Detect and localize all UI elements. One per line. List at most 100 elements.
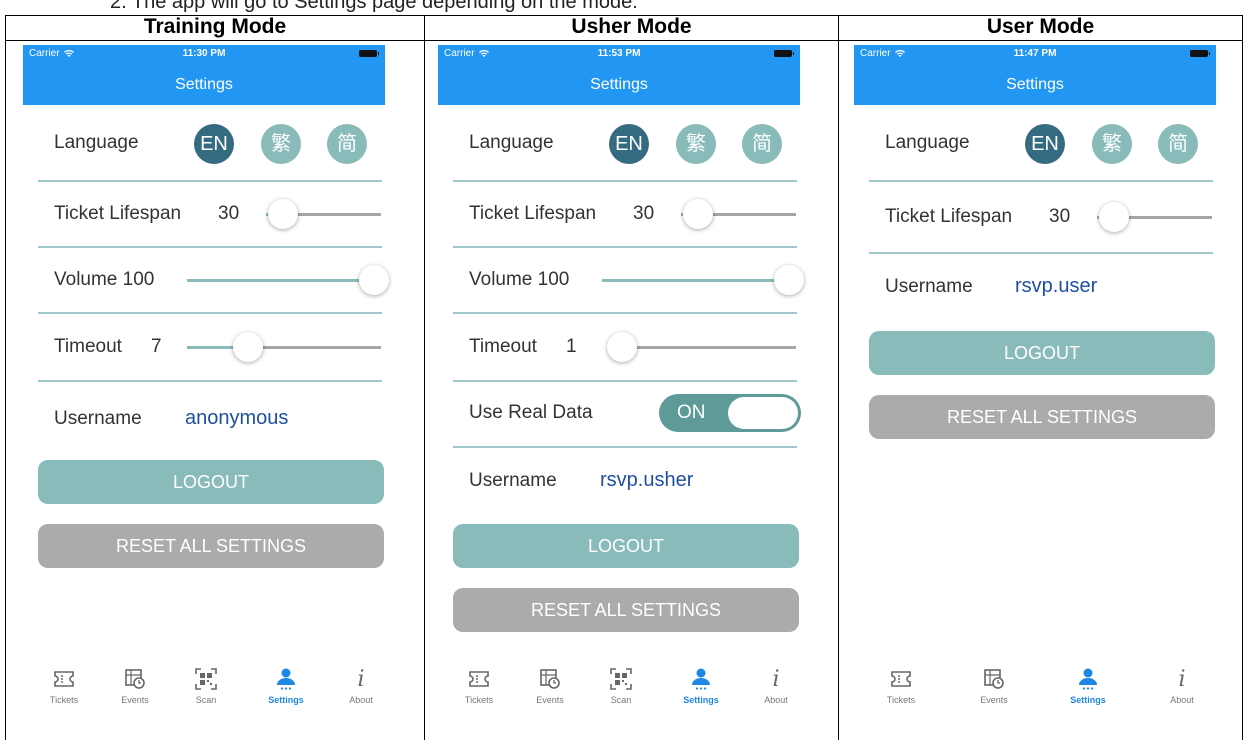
tab-label: Settings bbox=[683, 695, 719, 705]
tab-tickets[interactable]: Tickets bbox=[454, 665, 504, 705]
calendar-clock-icon bbox=[984, 669, 1004, 689]
language-label: Language bbox=[885, 132, 970, 153]
tab-label: Tickets bbox=[49, 695, 79, 705]
column-divider bbox=[838, 15, 839, 740]
slider-thumb[interactable] bbox=[1099, 202, 1130, 232]
logout-button[interactable]: LOGOUT bbox=[453, 524, 799, 568]
tab-label: About bbox=[764, 695, 788, 705]
tab-about[interactable]: i About bbox=[1157, 665, 1207, 706]
language-row: Language EN 繁 简 bbox=[869, 105, 1213, 182]
user-settings-icon bbox=[277, 668, 295, 690]
clock: 11:47 PM bbox=[1013, 48, 1057, 59]
tab-label: Tickets bbox=[464, 695, 494, 705]
clock: 11:53 PM bbox=[597, 48, 641, 59]
column-divider bbox=[424, 15, 425, 740]
tab-label: Scan bbox=[610, 695, 632, 705]
nav-bar: Carrier 11:30 PM Settings bbox=[23, 45, 385, 105]
tab-label: Settings bbox=[268, 695, 304, 705]
ticket-icon bbox=[469, 671, 489, 687]
tab-label: Events bbox=[121, 695, 149, 705]
tab-label: Tickets bbox=[886, 695, 916, 705]
tab-events[interactable]: Events bbox=[525, 665, 575, 705]
status-bar: Carrier 11:47 PM bbox=[854, 47, 1216, 61]
language-en-button[interactable]: EN bbox=[609, 124, 649, 164]
column-header-training: Training Mode bbox=[143, 15, 287, 38]
phone-usher: Carrier 11:53 PM Settings Language EN 繁 … bbox=[438, 45, 804, 717]
language-traditional-button[interactable]: 繁 bbox=[1092, 124, 1132, 164]
language-en-button[interactable]: EN bbox=[1025, 124, 1065, 164]
qr-code-icon bbox=[195, 668, 217, 690]
timeout-label: Timeout bbox=[54, 336, 122, 357]
reset-settings-button[interactable]: RESET ALL SETTINGS bbox=[869, 395, 1215, 439]
tab-label: Events bbox=[980, 695, 1008, 705]
tab-settings[interactable]: Settings bbox=[261, 665, 311, 705]
volume-slider[interactable] bbox=[602, 265, 804, 295]
tab-about[interactable]: i About bbox=[336, 665, 386, 706]
phone-user: Carrier 11:47 PM Settings Language EN 繁 … bbox=[854, 45, 1216, 717]
logout-button[interactable]: LOGOUT bbox=[38, 460, 384, 504]
tab-scan[interactable]: Scan bbox=[596, 665, 646, 705]
use-real-data-label: Use Real Data bbox=[469, 402, 593, 423]
clock: 11:30 PM bbox=[182, 48, 226, 59]
username-value: rsvp.usher bbox=[600, 469, 694, 491]
ticket-lifespan-slider[interactable] bbox=[266, 199, 381, 229]
slider-thumb[interactable] bbox=[607, 332, 637, 362]
ticket-lifespan-value: 30 bbox=[1049, 206, 1071, 227]
timeout-slider[interactable] bbox=[187, 332, 381, 362]
language-simplified-button[interactable]: 简 bbox=[742, 124, 782, 164]
slider-fill bbox=[602, 279, 789, 282]
slider-thumb[interactable] bbox=[683, 199, 714, 229]
user-settings-icon bbox=[692, 668, 710, 690]
nav-bar: Carrier 11:53 PM Settings bbox=[438, 45, 800, 105]
reset-settings-button[interactable]: RESET ALL SETTINGS bbox=[453, 588, 799, 632]
slider-thumb[interactable] bbox=[359, 265, 389, 295]
timeout-slider[interactable] bbox=[607, 332, 796, 362]
tab-bar: Tickets Events Scan Settings i About bbox=[23, 661, 385, 717]
tab-label: Settings bbox=[1070, 695, 1106, 705]
use-real-data-toggle[interactable]: ON bbox=[659, 394, 801, 432]
info-icon: i bbox=[1178, 666, 1186, 692]
timeout-row: Timeout 7 bbox=[38, 314, 382, 382]
volume-value: 100 bbox=[122, 269, 155, 290]
page-title: Settings bbox=[590, 76, 648, 93]
tab-tickets[interactable]: Tickets bbox=[39, 665, 89, 705]
tab-events[interactable]: Events bbox=[969, 665, 1019, 705]
caption: 2. The app will go to Settings page depe… bbox=[110, 0, 638, 13]
ticket-lifespan-slider[interactable] bbox=[681, 199, 796, 229]
tab-tickets[interactable]: Tickets bbox=[876, 665, 926, 705]
info-icon: i bbox=[357, 666, 365, 692]
language-row: Language EN 繁 简 bbox=[453, 105, 797, 182]
language-en-button[interactable]: EN bbox=[194, 124, 234, 164]
slider-thumb[interactable] bbox=[774, 265, 804, 295]
page-title: Settings bbox=[175, 76, 233, 93]
slider-fill bbox=[187, 279, 374, 282]
slider-thumb[interactable] bbox=[268, 199, 299, 229]
ticket-lifespan-slider[interactable] bbox=[1097, 202, 1212, 232]
ticket-lifespan-label: Ticket Lifespan bbox=[885, 206, 1013, 227]
volume-slider[interactable] bbox=[187, 265, 389, 295]
language-traditional-button[interactable]: 繁 bbox=[261, 124, 301, 164]
language-simplified-button[interactable]: 简 bbox=[1158, 124, 1198, 164]
language-simplified-button[interactable]: 简 bbox=[327, 124, 367, 164]
column-header-user: User Mode bbox=[986, 15, 1095, 38]
toggle-knob bbox=[728, 397, 798, 429]
tab-label: About bbox=[1170, 695, 1194, 705]
slider-thumb[interactable] bbox=[233, 332, 263, 362]
reset-settings-button[interactable]: RESET ALL SETTINGS bbox=[38, 524, 384, 568]
language-traditional-button[interactable]: 繁 bbox=[676, 124, 716, 164]
column-header-usher: Usher Mode bbox=[571, 15, 692, 38]
battery-icon bbox=[1190, 50, 1210, 57]
tab-events[interactable]: Events bbox=[110, 665, 160, 705]
tab-settings[interactable]: Settings bbox=[676, 665, 726, 705]
info-icon: i bbox=[772, 666, 780, 692]
tab-settings[interactable]: Settings bbox=[1063, 665, 1113, 705]
tab-scan[interactable]: Scan bbox=[181, 665, 231, 705]
username-label: Username bbox=[885, 276, 973, 297]
logout-button[interactable]: LOGOUT bbox=[869, 331, 1215, 375]
ticket-lifespan-value: 30 bbox=[633, 203, 655, 224]
username-label: Username bbox=[469, 470, 557, 491]
tab-label: Events bbox=[536, 695, 564, 705]
volume-label: Volume bbox=[54, 269, 118, 290]
tab-bar: Tickets Events Settings i About bbox=[854, 661, 1216, 717]
tab-about[interactable]: i About bbox=[751, 665, 801, 706]
